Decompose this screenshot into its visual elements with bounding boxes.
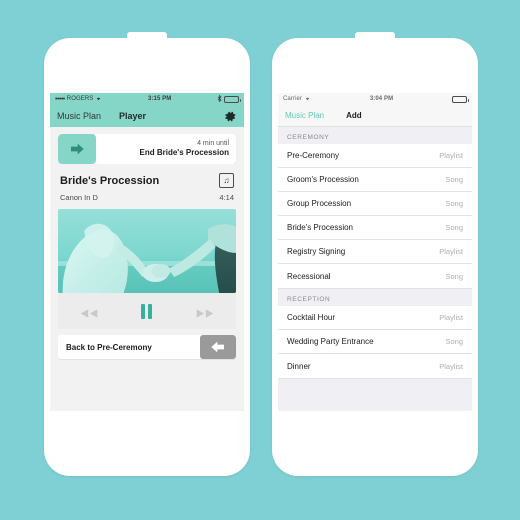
- track-meta-row: Canon In D 4:14: [58, 188, 236, 202]
- list-item-kind: Playlist: [439, 361, 463, 371]
- fast-forward-icon[interactable]: [195, 306, 215, 318]
- list-item-title: Registry Signing: [287, 247, 346, 256]
- wifi-icon: [95, 95, 102, 103]
- nav-back-music-plan-right[interactable]: Music Plan: [285, 111, 324, 120]
- back-to-section-bar[interactable]: Back to Pre-Ceremony: [58, 335, 236, 359]
- signal-dots-icon: •••••: [55, 95, 65, 103]
- list-item-title: Dinner: [287, 361, 311, 371]
- pause-icon[interactable]: [141, 303, 153, 319]
- left-phone-content: 4 min until End Bride's Procession Bride…: [50, 134, 244, 411]
- music-note-square-icon[interactable]: ♫: [219, 173, 234, 188]
- now-playing-block: Bride's Procession ♫ Canon In D 4:14: [58, 164, 236, 209]
- left-phone-screen: ••••• ROGERS 3:15 PM Music Plan Player 4…: [50, 93, 244, 411]
- list-item[interactable]: Pre-Ceremony Playlist: [278, 144, 472, 168]
- up-next-event: End Bride's Procession: [139, 148, 229, 158]
- music-plan-list: CEREMONY Pre-Ceremony Playlist Groom's P…: [278, 127, 472, 411]
- track-title: Bride's Procession: [60, 174, 160, 187]
- list-item[interactable]: Group Procession Song: [278, 192, 472, 216]
- list-item-kind: Song: [445, 223, 463, 232]
- track-duration: 4:14: [219, 193, 234, 202]
- back-to-section-label: Back to Pre-Ceremony: [66, 342, 152, 352]
- bluetooth-icon: [217, 94, 222, 104]
- left-status-left: ••••• ROGERS: [55, 95, 102, 103]
- list-item[interactable]: Groom's Procession Song: [278, 168, 472, 192]
- list-item-kind: Playlist: [439, 151, 463, 160]
- page-title: Player: [119, 111, 147, 121]
- left-status-time: 3:15 PM: [147, 96, 172, 102]
- left-nav-bar: Music Plan Player: [50, 105, 244, 127]
- pause-bar-right: [148, 303, 153, 319]
- right-status-right: [452, 95, 469, 103]
- list-item[interactable]: Registry Signing Playlist: [278, 240, 472, 264]
- list-item-title: Bride's Procession: [287, 223, 353, 232]
- section-header-ceremony: CEREMONY: [278, 127, 472, 144]
- section-group-ceremony: Pre-Ceremony Playlist Groom's Procession…: [278, 144, 472, 289]
- carrier-label-right: Carrier: [283, 96, 303, 102]
- list-item-title: Groom's Procession: [287, 175, 359, 184]
- right-status-left: Carrier: [283, 95, 311, 103]
- phone-speaker-notch-right: [355, 32, 395, 40]
- list-item[interactable]: Bride's Procession Song: [278, 216, 472, 240]
- pause-bar-left: [141, 303, 146, 319]
- phone-speaker-notch: [127, 32, 167, 40]
- gear-icon[interactable]: [224, 110, 237, 123]
- section-group-reception: Cocktail Hour Playlist Wedding Party Ent…: [278, 306, 472, 379]
- battery-icon-right: [452, 95, 469, 103]
- scene: ••••• ROGERS 3:15 PM Music Plan Player 4…: [0, 0, 520, 520]
- right-status-time: 3:04 PM: [369, 96, 394, 102]
- track-title-row: Bride's Procession ♫: [58, 173, 236, 188]
- section-header-reception: RECEPTION: [278, 289, 472, 306]
- left-status-right: [217, 94, 241, 104]
- list-item-title: Wedding Party Entrance: [287, 337, 374, 346]
- list-item-kind: Song: [445, 175, 463, 184]
- up-next-text: 4 min until End Bride's Procession: [96, 134, 236, 164]
- list-item-kind: Song: [445, 199, 463, 208]
- list-item-kind: Song: [445, 337, 463, 346]
- list-item[interactable]: Cocktail Hour Playlist: [278, 306, 472, 330]
- list-item-title: Cocktail Hour: [287, 313, 336, 322]
- carrier-label: ROGERS: [66, 96, 94, 102]
- list-item[interactable]: Dinner Playlist: [278, 354, 472, 378]
- up-next-card[interactable]: 4 min until End Bride's Procession: [58, 134, 236, 164]
- list-item-kind: Playlist: [439, 247, 463, 256]
- right-nav-bar: Music Plan Add: [278, 105, 472, 127]
- list-item[interactable]: Recessional Song: [278, 264, 472, 288]
- album-artwork: [58, 209, 236, 293]
- phone-right: Carrier 3:04 PM Music Plan Add CEREMONY …: [272, 32, 478, 476]
- phone-left: ••••• ROGERS 3:15 PM Music Plan Player 4…: [44, 32, 250, 476]
- right-status-bar: Carrier 3:04 PM: [278, 93, 472, 105]
- list-item-title: Recessional: [287, 271, 331, 281]
- arrow-left-icon[interactable]: [200, 335, 236, 359]
- list-item-title: Pre-Ceremony: [287, 151, 340, 160]
- up-next-time: 4 min until: [197, 139, 229, 147]
- right-phone-screen: Carrier 3:04 PM Music Plan Add CEREMONY …: [278, 93, 472, 411]
- rewind-icon[interactable]: [79, 306, 99, 318]
- arrow-right-icon[interactable]: [58, 134, 96, 164]
- list-item[interactable]: Wedding Party Entrance Song: [278, 330, 472, 354]
- list-item-kind: Playlist: [439, 313, 463, 322]
- list-item-title: Group Procession: [287, 199, 352, 208]
- playback-controls: [58, 293, 236, 329]
- wifi-icon-right: [304, 95, 311, 103]
- battery-icon: [224, 95, 241, 103]
- track-artist: Canon In D: [60, 193, 98, 202]
- nav-back-music-plan[interactable]: Music Plan: [57, 111, 101, 121]
- page-title-right: Add: [346, 111, 362, 120]
- left-status-bar: ••••• ROGERS 3:15 PM: [50, 93, 244, 105]
- list-item-kind: Song: [445, 271, 463, 281]
